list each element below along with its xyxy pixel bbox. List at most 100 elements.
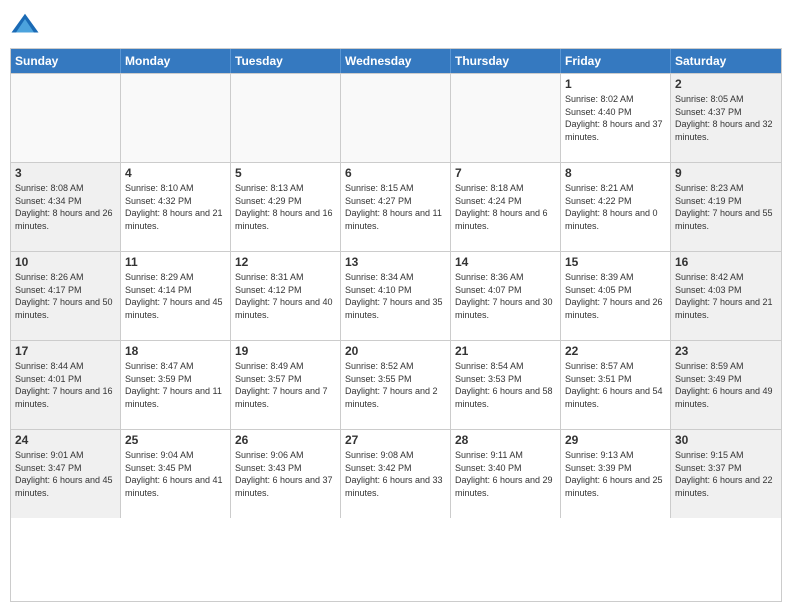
logo xyxy=(10,10,44,40)
calendar-cell: 13Sunrise: 8:34 AM Sunset: 4:10 PM Dayli… xyxy=(341,252,451,340)
calendar-cell: 7 Sunrise: 8:18 AM Sunset: 4:24 PM Daylig… xyxy=(451,163,561,251)
calendar-cell: 20 Sunrise: 8:52 AM Sunset: 3:55 PM Dayli… xyxy=(341,341,451,429)
calendar-cell: 30 Sunrise: 9:15 AM Sunset: 3:37 PM Dayli… xyxy=(671,430,781,518)
day-info: Sunrise: 8:10 AM Sunset: 4:32 PM Dayligh… xyxy=(125,182,226,232)
day-info: Sunrise: 8:02 AM Sunset: 4:40 PM Dayligh… xyxy=(565,93,666,143)
day-number: 4 xyxy=(125,166,226,180)
day-number: 20 xyxy=(345,344,446,358)
calendar-cell: 16Sunrise: 8:42 AM Sunset: 4:03 PM Dayli… xyxy=(671,252,781,340)
header-day-friday: Friday xyxy=(561,49,671,73)
day-info: Sunrise: 9:01 AM Sunset: 3:47 PM Dayligh… xyxy=(15,449,116,499)
calendar-row-2: 3Sunrise: 8:08 AM Sunset: 4:34 PM Daylig… xyxy=(11,162,781,251)
day-number: 14 xyxy=(455,255,556,269)
calendar-row-4: 17 Sunrise: 8:44 AM Sunset: 4:01 PM Dayli… xyxy=(11,340,781,429)
day-info: Sunrise: 8:52 AM Sunset: 3:55 PM Dayligh… xyxy=(345,360,446,410)
calendar-cell: 21Sunrise: 8:54 AM Sunset: 3:53 PM Dayli… xyxy=(451,341,561,429)
day-info: Sunrise: 8:31 AM Sunset: 4:12 PM Dayligh… xyxy=(235,271,336,321)
day-info: Sunrise: 8:26 AM Sunset: 4:17 PM Dayligh… xyxy=(15,271,116,321)
calendar-cell xyxy=(341,74,451,162)
calendar-cell: 5 Sunrise: 8:13 AM Sunset: 4:29 PM Daylig… xyxy=(231,163,341,251)
day-info: Sunrise: 9:08 AM Sunset: 3:42 PM Dayligh… xyxy=(345,449,446,499)
calendar-cell: 10 Sunrise: 8:26 AM Sunset: 4:17 PM Dayli… xyxy=(11,252,121,340)
day-number: 1 xyxy=(565,77,666,91)
calendar-cell: 14Sunrise: 8:36 AM Sunset: 4:07 PM Dayli… xyxy=(451,252,561,340)
day-number: 7 xyxy=(455,166,556,180)
day-number: 22 xyxy=(565,344,666,358)
calendar-cell: 17 Sunrise: 8:44 AM Sunset: 4:01 PM Dayli… xyxy=(11,341,121,429)
calendar-cell: 23 Sunrise: 8:59 AM Sunset: 3:49 PM Dayli… xyxy=(671,341,781,429)
day-info: Sunrise: 8:44 AM Sunset: 4:01 PM Dayligh… xyxy=(15,360,116,410)
calendar-cell xyxy=(451,74,561,162)
day-number: 10 xyxy=(15,255,116,269)
day-info: Sunrise: 8:59 AM Sunset: 3:49 PM Dayligh… xyxy=(675,360,777,410)
day-number: 12 xyxy=(235,255,336,269)
calendar-cell: 2 Sunrise: 8:05 AM Sunset: 4:37 PM Daylig… xyxy=(671,74,781,162)
calendar-cell: 1 Sunrise: 8:02 AM Sunset: 4:40 PM Daylig… xyxy=(561,74,671,162)
calendar-cell xyxy=(121,74,231,162)
logo-icon xyxy=(10,10,40,40)
calendar-cell: 3Sunrise: 8:08 AM Sunset: 4:34 PM Daylig… xyxy=(11,163,121,251)
day-number: 26 xyxy=(235,433,336,447)
day-info: Sunrise: 9:06 AM Sunset: 3:43 PM Dayligh… xyxy=(235,449,336,499)
calendar-cell: 24 Sunrise: 9:01 AM Sunset: 3:47 PM Dayli… xyxy=(11,430,121,518)
day-info: Sunrise: 8:57 AM Sunset: 3:51 PM Dayligh… xyxy=(565,360,666,410)
day-number: 24 xyxy=(15,433,116,447)
day-number: 30 xyxy=(675,433,777,447)
day-number: 19 xyxy=(235,344,336,358)
day-number: 9 xyxy=(675,166,777,180)
calendar-cell: 15Sunrise: 8:39 AM Sunset: 4:05 PM Dayli… xyxy=(561,252,671,340)
day-number: 3 xyxy=(15,166,116,180)
calendar-cell: 6Sunrise: 8:15 AM Sunset: 4:27 PM Daylig… xyxy=(341,163,451,251)
day-info: Sunrise: 8:47 AM Sunset: 3:59 PM Dayligh… xyxy=(125,360,226,410)
calendar-cell: 11Sunrise: 8:29 AM Sunset: 4:14 PM Dayli… xyxy=(121,252,231,340)
day-info: Sunrise: 9:11 AM Sunset: 3:40 PM Dayligh… xyxy=(455,449,556,499)
day-info: Sunrise: 8:18 AM Sunset: 4:24 PM Dayligh… xyxy=(455,182,556,232)
calendar-body: 1 Sunrise: 8:02 AM Sunset: 4:40 PM Daylig… xyxy=(11,73,781,518)
calendar-cell: 18Sunrise: 8:47 AM Sunset: 3:59 PM Dayli… xyxy=(121,341,231,429)
header-day-tuesday: Tuesday xyxy=(231,49,341,73)
day-info: Sunrise: 8:34 AM Sunset: 4:10 PM Dayligh… xyxy=(345,271,446,321)
day-number: 16 xyxy=(675,255,777,269)
day-info: Sunrise: 8:05 AM Sunset: 4:37 PM Dayligh… xyxy=(675,93,777,143)
day-number: 28 xyxy=(455,433,556,447)
calendar-cell: 8Sunrise: 8:21 AM Sunset: 4:22 PM Daylig… xyxy=(561,163,671,251)
day-info: Sunrise: 9:13 AM Sunset: 3:39 PM Dayligh… xyxy=(565,449,666,499)
calendar-cell: 19 Sunrise: 8:49 AM Sunset: 3:57 PM Dayli… xyxy=(231,341,341,429)
day-number: 25 xyxy=(125,433,226,447)
header-day-monday: Monday xyxy=(121,49,231,73)
calendar-row-1: 1 Sunrise: 8:02 AM Sunset: 4:40 PM Daylig… xyxy=(11,73,781,162)
header-day-saturday: Saturday xyxy=(671,49,781,73)
calendar: SundayMondayTuesdayWednesdayThursdayFrid… xyxy=(10,48,782,602)
header-day-wednesday: Wednesday xyxy=(341,49,451,73)
day-number: 8 xyxy=(565,166,666,180)
calendar-cell: 28 Sunrise: 9:11 AM Sunset: 3:40 PM Dayli… xyxy=(451,430,561,518)
calendar-cell: 25 Sunrise: 9:04 AM Sunset: 3:45 PM Dayli… xyxy=(121,430,231,518)
day-number: 2 xyxy=(675,77,777,91)
header-day-thursday: Thursday xyxy=(451,49,561,73)
day-info: Sunrise: 8:13 AM Sunset: 4:29 PM Dayligh… xyxy=(235,182,336,232)
day-number: 17 xyxy=(15,344,116,358)
day-info: Sunrise: 8:23 AM Sunset: 4:19 PM Dayligh… xyxy=(675,182,777,232)
calendar-cell: 29 Sunrise: 9:13 AM Sunset: 3:39 PM Dayli… xyxy=(561,430,671,518)
header xyxy=(10,10,782,40)
day-info: Sunrise: 8:29 AM Sunset: 4:14 PM Dayligh… xyxy=(125,271,226,321)
day-info: Sunrise: 8:39 AM Sunset: 4:05 PM Dayligh… xyxy=(565,271,666,321)
day-number: 29 xyxy=(565,433,666,447)
day-info: Sunrise: 9:04 AM Sunset: 3:45 PM Dayligh… xyxy=(125,449,226,499)
calendar-row-5: 24 Sunrise: 9:01 AM Sunset: 3:47 PM Dayli… xyxy=(11,429,781,518)
calendar-row-3: 10 Sunrise: 8:26 AM Sunset: 4:17 PM Dayli… xyxy=(11,251,781,340)
day-info: Sunrise: 8:49 AM Sunset: 3:57 PM Dayligh… xyxy=(235,360,336,410)
calendar-cell xyxy=(11,74,121,162)
calendar-header: SundayMondayTuesdayWednesdayThursdayFrid… xyxy=(11,49,781,73)
day-info: Sunrise: 9:15 AM Sunset: 3:37 PM Dayligh… xyxy=(675,449,777,499)
calendar-cell: 12 Sunrise: 8:31 AM Sunset: 4:12 PM Dayli… xyxy=(231,252,341,340)
calendar-cell: 26 Sunrise: 9:06 AM Sunset: 3:43 PM Dayli… xyxy=(231,430,341,518)
day-number: 23 xyxy=(675,344,777,358)
calendar-cell: 9 Sunrise: 8:23 AM Sunset: 4:19 PM Daylig… xyxy=(671,163,781,251)
day-info: Sunrise: 8:15 AM Sunset: 4:27 PM Dayligh… xyxy=(345,182,446,232)
day-number: 5 xyxy=(235,166,336,180)
calendar-cell xyxy=(231,74,341,162)
calendar-cell: 22 Sunrise: 8:57 AM Sunset: 3:51 PM Dayli… xyxy=(561,341,671,429)
calendar-cell: 27Sunrise: 9:08 AM Sunset: 3:42 PM Dayli… xyxy=(341,430,451,518)
day-number: 21 xyxy=(455,344,556,358)
